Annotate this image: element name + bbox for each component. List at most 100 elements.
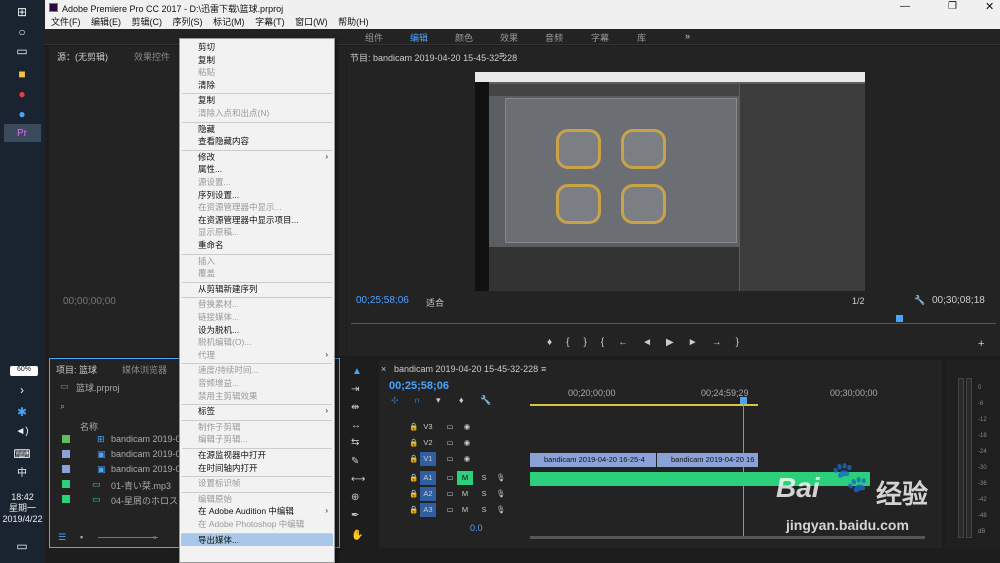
microphone-icon[interactable]: 🎙 [493, 503, 509, 517]
ime-indicator[interactable]: 中 [12, 466, 32, 482]
workspace-effects[interactable]: 效果 [500, 31, 518, 44]
resolution-dropdown[interactable]: 1/2 [852, 296, 865, 306]
microphone-icon[interactable]: 🎙 [493, 487, 509, 501]
menu-window[interactable]: 窗口(W) [295, 17, 328, 27]
timeline-wrench-icon[interactable]: 🔧 [480, 395, 491, 406]
menu-sequence[interactable]: 序列(S) [173, 17, 203, 27]
context-menu-item[interactable]: 序列设置... [198, 190, 239, 201]
context-menu-item[interactable]: 剪切 [198, 42, 215, 53]
context-menu-item[interactable]: 复制 [198, 55, 215, 66]
add-button-icon[interactable]: + [978, 338, 984, 350]
solo-button[interactable]: S [476, 471, 492, 485]
selection-tool-icon[interactable]: ▲ [352, 366, 362, 377]
close-icon[interactable]: ✕ [985, 0, 994, 13]
context-menu-item[interactable]: 链接媒体... [198, 312, 239, 323]
context-menu-item[interactable]: 禁用主剪辑效果 [198, 391, 258, 402]
context-menu-item[interactable]: 清除 [198, 80, 215, 91]
zoom-slider[interactable] [98, 537, 158, 538]
close-tab-icon[interactable]: × [381, 364, 386, 374]
fit-dropdown[interactable]: 适合 [426, 296, 444, 309]
context-menu-item[interactable]: 修改 [198, 152, 215, 163]
snap-icon[interactable]: ⊹ [391, 395, 399, 406]
context-menu-item[interactable]: 导出媒体... [198, 535, 239, 546]
system-clock[interactable]: 18:42 星期一 2019/4/22 [0, 492, 45, 525]
context-menu-item[interactable]: 属性... [198, 164, 222, 175]
context-menu-item[interactable]: 制作子剪辑 [198, 422, 241, 433]
menu-clip[interactable]: 剪辑(C) [132, 17, 163, 27]
context-menu-item[interactable]: 代理 [198, 350, 215, 361]
solo-button[interactable]: S [476, 487, 492, 501]
volume-icon[interactable]: ◄) [12, 424, 32, 440]
context-menu-item[interactable]: 隐藏 [198, 124, 215, 135]
source-tab[interactable]: 源：(无剪辑) [57, 50, 108, 63]
context-menu-item[interactable]: 编辑子剪辑... [198, 434, 248, 445]
windows-start-icon[interactable]: ⊞ [12, 4, 32, 20]
context-menu-item[interactable]: 速度/持续时间... [198, 365, 258, 376]
column-name[interactable]: 名称 [80, 420, 98, 433]
solo-button[interactable]: S [476, 503, 492, 517]
workspace-titles[interactable]: 字幕 [591, 31, 609, 44]
context-menu-item[interactable]: 覆盖 [198, 268, 215, 279]
context-menu-item[interactable]: 在源监视器中打开 [198, 450, 266, 461]
wrench-icon[interactable]: 🔧 [914, 295, 925, 306]
workspace-audio[interactable]: 音频 [545, 31, 563, 44]
context-menu-item[interactable]: 在时间轴内打开 [198, 463, 258, 474]
rolling-edit-tool-icon[interactable]: ↔ [351, 420, 361, 431]
slide-tool-icon[interactable]: ⊕ [351, 492, 359, 503]
context-menu-item[interactable]: 源设置... [198, 177, 231, 188]
mute-button[interactable]: M [457, 503, 473, 517]
hand-tool-icon[interactable]: ✋ [351, 530, 363, 541]
track-label[interactable]: A3 [420, 503, 436, 517]
context-menu-item[interactable]: 查看隐藏内容 [198, 136, 249, 147]
search-icon[interactable]: ⌕ [60, 401, 65, 412]
menu-marker[interactable]: 标记(M) [213, 17, 245, 27]
maximize-icon[interactable]: ❐ [948, 1, 957, 12]
new-item-icon[interactable]: ▫ [153, 532, 156, 542]
transport-controls[interactable]: ♦{}{←◄▶►→} [547, 337, 753, 348]
workspace-assembly[interactable]: 组件 [365, 31, 383, 44]
context-menu-item[interactable]: 音频增益... [198, 378, 239, 389]
program-playhead[interactable] [896, 315, 903, 322]
track-label[interactable]: V1 [420, 452, 436, 466]
track-label[interactable]: A1 [420, 471, 436, 485]
context-menu-item[interactable]: 显示原稿... [198, 227, 239, 238]
menu-file[interactable]: 文件(F) [51, 17, 81, 27]
keyboard-icon[interactable]: ⌨ [12, 446, 32, 462]
context-menu-item[interactable]: 清除入点和出点(N) [198, 108, 269, 119]
file-explorer-icon[interactable]: ■ [12, 66, 32, 82]
media-browser-tab[interactable]: 媒体浏览器 [122, 363, 167, 376]
slip-tool-icon[interactable]: ⟷ [351, 474, 365, 485]
context-menu-item[interactable]: 替换素材... [198, 299, 239, 310]
eye-icon[interactable]: ◉ [459, 420, 475, 434]
context-menu-item[interactable]: 编辑原始 [198, 494, 232, 505]
video-clip[interactable]: bandicam 2019-04-20 16 [657, 453, 758, 467]
browser-icon[interactable]: ● [12, 106, 32, 122]
chevron-up-icon[interactable]: › [12, 382, 32, 398]
add-marker-icon[interactable]: ▾ [436, 395, 441, 406]
context-menu-item[interactable]: 标签 [198, 406, 215, 417]
workspace-more-icon[interactable]: » [685, 31, 690, 41]
pen-tool-icon[interactable]: ✒ [351, 510, 359, 521]
sync-lock-icon[interactable]: ▭ [442, 503, 458, 517]
mute-button[interactable]: M [457, 487, 473, 501]
microphone-icon[interactable]: 🎙 [493, 471, 509, 485]
project-tab[interactable]: 项目: 篮球 [56, 363, 97, 376]
eye-icon[interactable]: ◉ [459, 452, 475, 466]
menu-edit[interactable]: 编辑(E) [91, 17, 121, 27]
sync-lock-icon[interactable]: ▭ [442, 452, 458, 466]
track-label[interactable]: A2 [420, 487, 436, 501]
list-view-icon[interactable]: ☰ [58, 532, 66, 543]
notification-icon[interactable]: ▭ [12, 538, 32, 554]
minimize-icon[interactable]: — [900, 1, 910, 12]
sync-lock-icon[interactable]: ▭ [442, 420, 458, 434]
work-area-bar[interactable] [530, 404, 758, 406]
context-menu-item[interactable]: 插入 [198, 256, 215, 267]
video-clip[interactable]: bandicam 2019-04-20 16-25-4 [530, 453, 656, 467]
sync-lock-icon[interactable]: ▭ [442, 487, 458, 501]
sync-lock-icon[interactable]: ▭ [442, 436, 458, 450]
program-title[interactable]: 节目: bandicam 2019-04-20 15-45-32-228 [350, 51, 517, 64]
icon-view-icon[interactable]: ▪ [80, 532, 83, 542]
panel-menu-icon[interactable]: ≡ [499, 50, 504, 60]
context-menu-item[interactable]: 设置标识帧 [198, 478, 241, 489]
context-menu-item[interactable]: 重命名 [198, 240, 224, 251]
